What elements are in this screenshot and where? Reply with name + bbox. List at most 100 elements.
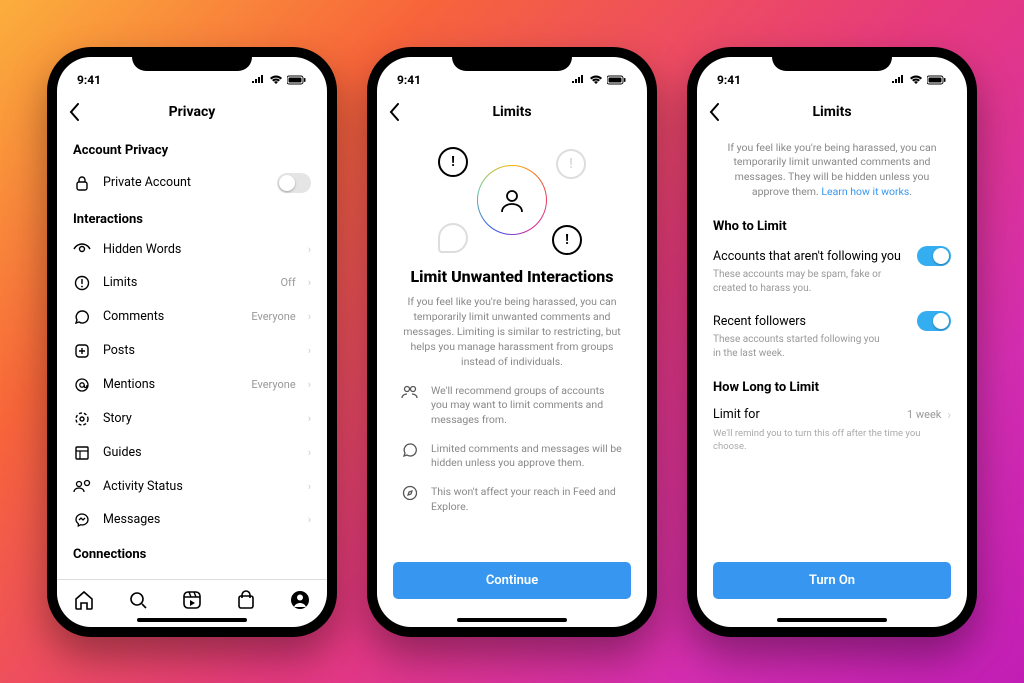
phone-privacy: 9:41 Privacy Account Privacy Private Acc… (47, 47, 337, 637)
chevron-right-icon: › (308, 344, 311, 357)
notch (772, 47, 892, 71)
row-hidden-words[interactable]: Hidden Words › (57, 233, 327, 266)
recent-followers-toggle[interactable] (917, 311, 951, 331)
section-account-privacy: Account Privacy (57, 133, 327, 164)
hero-heading: Limit Unwanted Interactions (411, 267, 614, 286)
page-title: Privacy (169, 104, 216, 120)
turn-on-button[interactable]: Turn On (713, 562, 951, 599)
people-icon (401, 384, 419, 428)
row-label: Hidden Words (103, 242, 296, 257)
tab-shop[interactable] (235, 589, 257, 611)
row-label: Mentions (103, 377, 239, 392)
bullet-text: We'll recommend groups of accounts you m… (431, 384, 623, 428)
private-account-label: Private Account (103, 175, 265, 190)
chevron-right-icon: › (308, 446, 311, 459)
intro-text: If you feel like you're being harassed, … (697, 133, 967, 210)
row-limits[interactable]: Limits Off › (57, 266, 327, 300)
eye-hidden-icon (73, 243, 91, 255)
status-time: 9:41 (77, 73, 101, 87)
private-account-toggle[interactable] (277, 173, 311, 193)
guides-icon (73, 445, 91, 461)
home-indicator (777, 618, 887, 622)
tab-search[interactable] (127, 589, 149, 611)
section-connections: Connections (57, 537, 327, 568)
nav-bar: Limits (377, 93, 647, 133)
not-following-toggle[interactable] (917, 246, 951, 266)
section-how-long: How Long to Limit (697, 370, 967, 401)
tab-profile[interactable] (289, 589, 311, 611)
speech-bubble-faded-icon (438, 223, 468, 253)
back-button[interactable] (709, 103, 720, 121)
back-button[interactable] (69, 103, 80, 121)
limits-icon (73, 275, 91, 291)
row-label: Activity Status (103, 479, 296, 494)
row-messages[interactable]: Messages › (57, 503, 327, 537)
learn-how-link[interactable]: Learn how it works (821, 185, 909, 198)
at-icon (73, 377, 91, 393)
exclamation-bubble-faded-icon: ! (556, 149, 586, 179)
comment-icon (73, 309, 91, 325)
bullet-2: Limited comments and messages will be hi… (401, 442, 623, 471)
home-indicator (457, 618, 567, 622)
page-title: Limits (492, 104, 531, 120)
page-title: Limits (812, 104, 851, 120)
row-not-following: Accounts that aren't following you (697, 240, 967, 268)
status-icons (571, 75, 627, 85)
phone-limits-config: 9:41 Limits If you feel like you're bein… (687, 47, 977, 637)
activity-icon (73, 479, 91, 493)
status-time: 9:41 (397, 73, 421, 87)
option-desc: These accounts started following you in … (697, 333, 967, 370)
exclamation-bubble-icon: ! (438, 147, 468, 177)
notch (132, 47, 252, 71)
status-icons (251, 75, 307, 85)
messenger-icon (73, 512, 91, 528)
row-guides[interactable]: Guides › (57, 436, 327, 470)
exclamation-bubble-icon: ! (552, 225, 582, 255)
status-icons (891, 75, 947, 85)
row-mentions[interactable]: Mentions Everyone › (57, 368, 327, 402)
bullet-text: Limited comments and messages will be hi… (431, 442, 623, 471)
limit-for-value: 1 week (907, 408, 941, 421)
nav-bar: Limits (697, 93, 967, 133)
tab-reels[interactable] (181, 589, 203, 611)
tab-home[interactable] (73, 589, 95, 611)
row-label: Messages (103, 512, 296, 527)
notch (452, 47, 572, 71)
row-activity-status[interactable]: Activity Status › (57, 470, 327, 503)
row-value: Off (280, 276, 295, 289)
hero-intro: If you feel like you're being harassed, … (401, 294, 623, 370)
row-story[interactable]: Story › (57, 402, 327, 436)
row-label: Comments (103, 309, 239, 324)
bullet-text: This won't affect your reach in Feed and… (431, 485, 623, 514)
chevron-right-icon: › (308, 276, 311, 289)
bullet-1: We'll recommend groups of accounts you m… (401, 384, 623, 428)
row-value: Everyone (251, 378, 295, 391)
chevron-right-icon: › (308, 513, 311, 526)
row-label: Posts (103, 343, 296, 358)
status-time: 9:41 (717, 73, 741, 87)
chevron-right-icon: › (308, 310, 311, 323)
chevron-right-icon: › (308, 243, 311, 256)
home-indicator (137, 618, 247, 622)
row-limit-for[interactable]: Limit for 1 week › (697, 401, 967, 424)
section-who-to-limit: Who to Limit (697, 209, 967, 240)
row-comments[interactable]: Comments Everyone › (57, 300, 327, 334)
continue-button[interactable]: Continue (393, 562, 631, 599)
chevron-right-icon: › (308, 378, 311, 391)
chevron-right-icon: › (308, 480, 311, 493)
plus-box-icon (73, 343, 91, 359)
row-private-account[interactable]: Private Account (57, 164, 327, 202)
option-title: Recent followers (713, 314, 806, 329)
row-label: Story (103, 411, 296, 426)
chevron-right-icon: › (947, 408, 951, 422)
section-interactions: Interactions (57, 202, 327, 233)
option-desc: These accounts may be spam, fake or crea… (697, 268, 967, 305)
story-icon (73, 411, 91, 427)
phone-limits-intro: 9:41 Limits ! (367, 47, 657, 637)
back-button[interactable] (389, 103, 400, 121)
chevron-right-icon: › (308, 412, 311, 425)
row-posts[interactable]: Posts › (57, 334, 327, 368)
row-label: Guides (103, 445, 296, 460)
row-value: Everyone (251, 310, 295, 323)
comment-outline-icon (401, 442, 419, 471)
